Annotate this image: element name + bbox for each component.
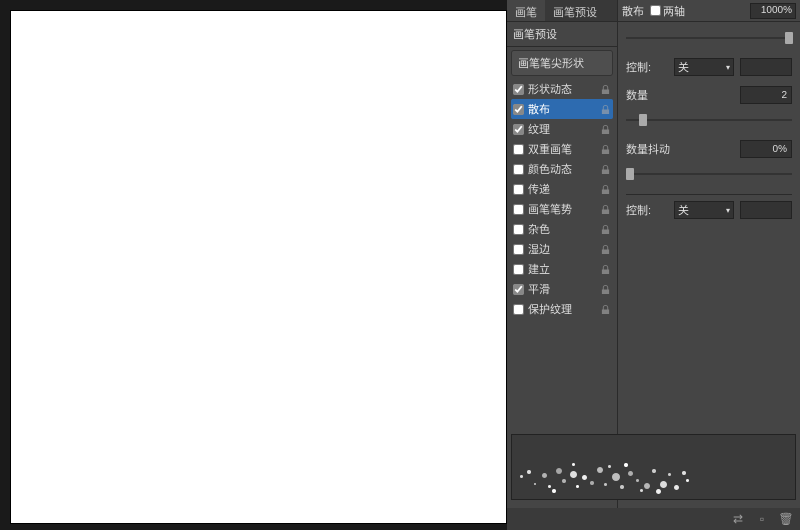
option-checkbox[interactable]	[513, 184, 524, 195]
lock-icon[interactable]	[600, 204, 611, 215]
brush-option-8[interactable]: 湿边	[511, 239, 613, 259]
option-label: 建立	[528, 261, 600, 277]
canvas[interactable]	[10, 10, 507, 524]
both-axes-input[interactable]	[650, 5, 661, 16]
option-checkbox[interactable]	[513, 304, 524, 315]
option-checkbox[interactable]	[513, 244, 524, 255]
brush-option-10[interactable]: 平滑	[511, 279, 613, 299]
lock-icon[interactable]	[600, 124, 611, 135]
trash-icon[interactable]: 🗑	[778, 511, 794, 527]
option-label: 传递	[528, 181, 600, 197]
lock-icon[interactable]	[600, 144, 611, 155]
option-checkbox[interactable]	[513, 164, 524, 175]
option-label: 纹理	[528, 121, 600, 137]
option-checkbox[interactable]	[513, 204, 524, 215]
chevron-down-icon: ▾	[726, 206, 730, 215]
jitter-control-field[interactable]	[740, 201, 792, 219]
option-label: 画笔笔势	[528, 201, 600, 217]
brush-stroke-preview	[511, 434, 796, 500]
brush-option-0[interactable]: 形状动态	[511, 79, 613, 99]
control-value: 关	[678, 59, 689, 75]
option-label: 散布	[528, 101, 600, 117]
brush-option-2[interactable]: 纹理	[511, 119, 613, 139]
scatter-controls: 控制: 关 ▾ 数量 2 数量抖动 0%	[618, 22, 800, 237]
lock-icon[interactable]	[600, 184, 611, 195]
new-preset-icon[interactable]: ▫	[754, 511, 770, 527]
brush-panel: 画笔 画笔预设 画笔预设 画笔笔尖形状 形状动态散布纹理双重画笔颜色动态传递画笔…	[507, 0, 800, 530]
option-label: 平滑	[528, 281, 600, 297]
lock-icon[interactable]	[600, 104, 611, 115]
brush-option-1[interactable]: 散布	[511, 99, 613, 119]
tab-brush-presets[interactable]: 画笔预设	[545, 0, 605, 21]
option-label: 双重画笔	[528, 141, 600, 157]
chevron-down-icon: ▾	[726, 63, 730, 72]
scatter-control-select[interactable]: 关 ▾	[674, 58, 734, 76]
scatter-percent-field[interactable]: 1000%	[750, 3, 796, 19]
toggle-preview-icon[interactable]: ⇄	[730, 511, 746, 527]
brush-option-11[interactable]: 保护纹理	[511, 299, 613, 319]
count-jitter-field[interactable]: 0%	[740, 140, 792, 158]
scatter-control-field[interactable]	[740, 58, 792, 76]
option-checkbox[interactable]	[513, 124, 524, 135]
brush-tip-shape[interactable]: 画笔笔尖形状	[511, 50, 613, 76]
option-checkbox[interactable]	[513, 144, 524, 155]
control-value-2: 关	[678, 202, 689, 218]
lock-icon[interactable]	[600, 84, 611, 95]
brush-presets-link[interactable]: 画笔预设	[507, 22, 617, 47]
option-checkbox[interactable]	[513, 264, 524, 275]
count-row: 数量 2	[626, 86, 792, 104]
option-checkbox[interactable]	[513, 84, 524, 95]
lock-icon[interactable]	[600, 304, 611, 315]
count-slider[interactable]	[626, 114, 792, 126]
option-checkbox[interactable]	[513, 284, 524, 295]
count-jitter-row: 数量抖动 0%	[626, 140, 792, 158]
option-label: 杂色	[528, 221, 600, 237]
lock-icon[interactable]	[600, 224, 611, 235]
lock-icon[interactable]	[600, 264, 611, 275]
count-jitter-slider[interactable]	[626, 168, 792, 180]
scatter-header-row: 散布 两轴 1000%	[618, 0, 800, 22]
brush-option-6[interactable]: 画笔笔势	[511, 199, 613, 219]
tab-brush[interactable]: 画笔	[507, 0, 545, 21]
panel-tabs: 画笔 画笔预设	[507, 0, 617, 22]
option-label: 颜色动态	[528, 161, 600, 177]
count-jitter-label: 数量抖动	[626, 141, 682, 157]
option-checkbox[interactable]	[513, 224, 524, 235]
brush-option-list: 形状动态散布纹理双重画笔颜色动态传递画笔笔势杂色湿边建立平滑保护纹理	[507, 79, 617, 319]
option-label: 湿边	[528, 241, 600, 257]
lock-icon[interactable]	[600, 284, 611, 295]
option-checkbox[interactable]	[513, 104, 524, 115]
both-axes-label: 两轴	[663, 3, 685, 19]
scatter-slider[interactable]	[626, 32, 792, 44]
brush-option-3[interactable]: 双重画笔	[511, 139, 613, 159]
count-field[interactable]: 2	[740, 86, 792, 104]
divider	[626, 194, 792, 195]
lock-icon[interactable]	[600, 244, 611, 255]
both-axes-checkbox[interactable]: 两轴	[650, 3, 685, 19]
panel-footer: ⇄ ▫ 🗑	[507, 508, 800, 530]
scatter-label: 散布	[622, 3, 644, 19]
count-label: 数量	[626, 87, 668, 103]
brush-option-7[interactable]: 杂色	[511, 219, 613, 239]
jitter-control-select[interactable]: 关 ▾	[674, 201, 734, 219]
brush-option-4[interactable]: 颜色动态	[511, 159, 613, 179]
option-label: 保护纹理	[528, 301, 600, 317]
brush-option-5[interactable]: 传递	[511, 179, 613, 199]
jitter-control-row: 控制: 关 ▾	[626, 201, 792, 219]
option-label: 形状动态	[528, 81, 600, 97]
scatter-settings-pane: 散布 两轴 1000% 控制: 关 ▾ 数量 2	[618, 0, 800, 530]
control-label-2: 控制:	[626, 202, 668, 218]
lock-icon[interactable]	[600, 164, 611, 175]
scatter-control-row: 控制: 关 ▾	[626, 58, 792, 76]
brush-option-9[interactable]: 建立	[511, 259, 613, 279]
control-label: 控制:	[626, 59, 668, 75]
